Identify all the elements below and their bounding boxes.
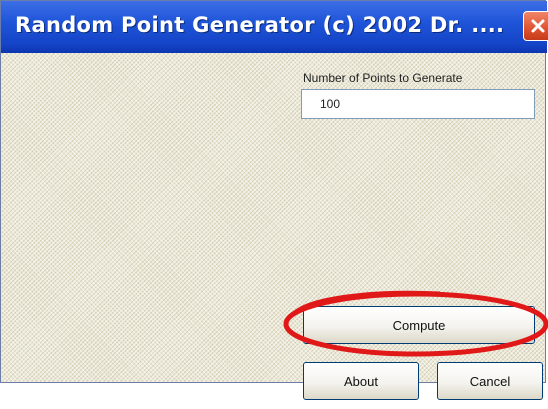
close-button[interactable] [523,11,548,41]
cancel-button[interactable]: Cancel [437,362,543,400]
dialog-window: Random Point Generator (c) 2002 Dr. ....… [0,0,548,400]
points-label: Number of Points to Generate [303,71,463,85]
about-button[interactable]: About [303,362,419,400]
title-bar[interactable]: Random Point Generator (c) 2002 Dr. .... [1,1,548,53]
compute-button[interactable]: Compute [303,306,535,344]
points-input[interactable] [301,89,535,119]
window-title: Random Point Generator (c) 2002 Dr. .... [15,13,505,37]
close-icon [530,18,546,34]
